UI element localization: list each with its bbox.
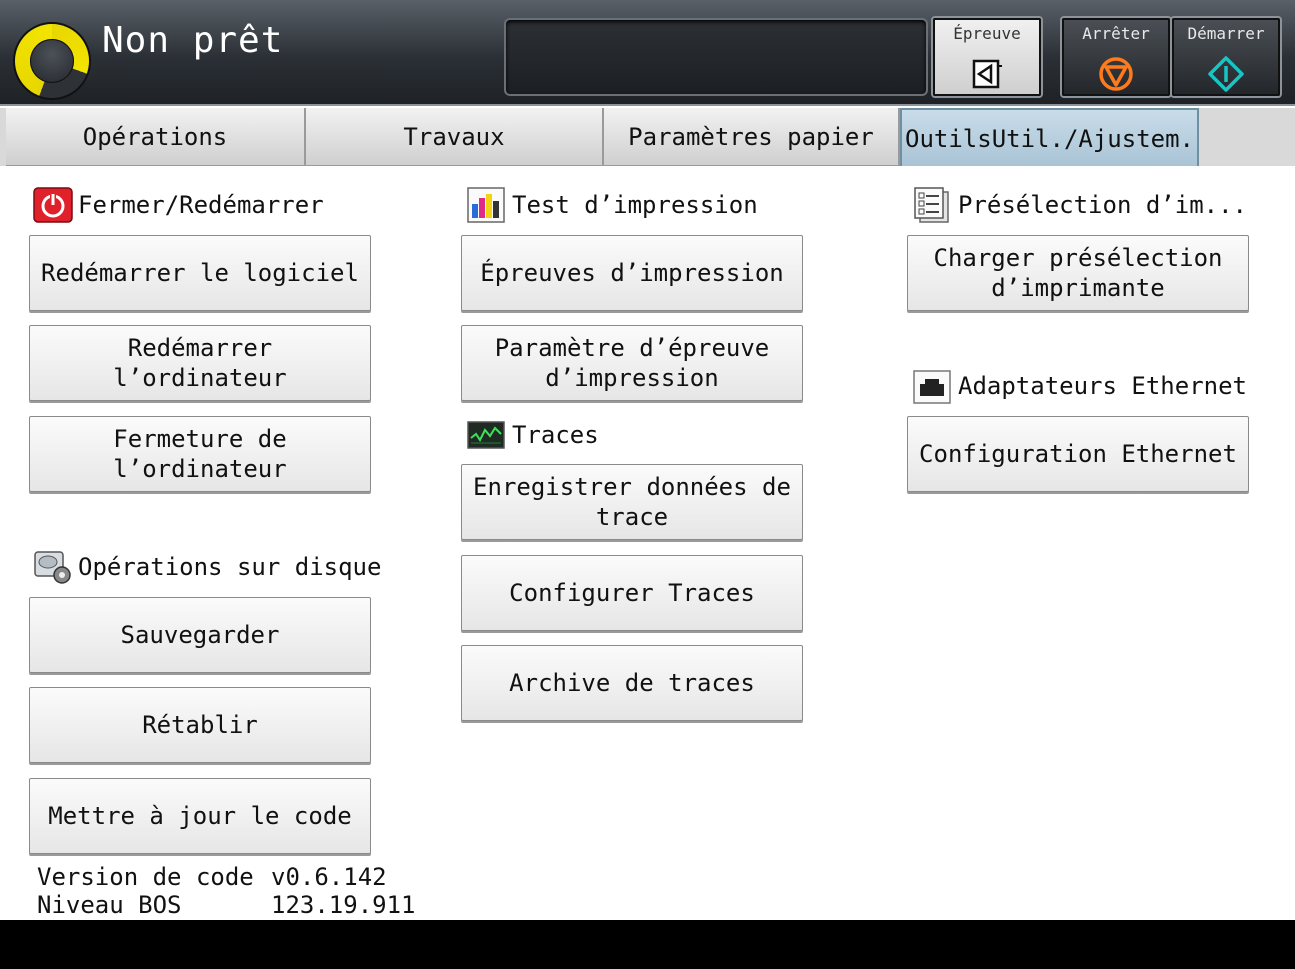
stop-button-label: Arrêter <box>1082 24 1150 43</box>
save-trace-data-button[interactable]: Enregistrer données de trace <box>461 464 803 540</box>
print-proofs-button[interactable]: Épreuves d’impression <box>461 235 803 311</box>
footer-bar <box>0 920 1295 969</box>
tab-bar: Opérations Travaux Paramètres papier Out… <box>0 108 1295 166</box>
restore-button[interactable]: Rétablir <box>29 687 371 763</box>
proof-button[interactable]: Épreuve <box>933 18 1041 96</box>
bos-level-row: Niveau BOS 123.19.911 <box>37 891 416 919</box>
stop-icon <box>1099 57 1133 91</box>
tab-tools-adjust[interactable]: OutilsUtil./Ajustem. <box>900 108 1199 166</box>
preset-list-icon <box>914 187 949 223</box>
bos-level-value: 123.19.911 <box>271 891 416 919</box>
proof-button-label: Épreuve <box>953 24 1021 43</box>
section-shutdown-title: Fermer/Redémarrer <box>78 191 324 219</box>
print-proof-settings-button[interactable]: Paramètre d’épreuve d’impression <box>461 325 803 401</box>
section-print-test-header: Test d’impression <box>464 186 758 224</box>
ethernet-icon <box>913 370 951 404</box>
backup-button[interactable]: Sauvegarder <box>29 597 371 673</box>
proof-arrow-icon <box>972 59 1002 89</box>
trace-archive-button[interactable]: Archive de traces <box>461 645 803 721</box>
section-ethernet-title: Adaptateurs Ethernet <box>958 372 1247 400</box>
ethernet-configuration-button[interactable]: Configuration Ethernet <box>907 416 1249 492</box>
section-preset-title: Présélection d’im... <box>958 191 1247 219</box>
restart-software-button[interactable]: Redémarrer le logiciel <box>29 235 371 311</box>
traces-icon <box>467 421 505 449</box>
start-button-label: Démarrer <box>1187 24 1265 43</box>
disk-gear-icon <box>34 551 71 584</box>
tab-operations[interactable]: Opérations <box>6 108 306 166</box>
section-disk-header: Opérations sur disque <box>32 548 381 586</box>
print-test-icon <box>467 187 505 223</box>
start-icon <box>1208 56 1244 92</box>
section-print-test-title: Test d’impression <box>512 191 758 219</box>
stop-button[interactable]: Arrêter <box>1062 18 1170 96</box>
section-shutdown-header: Fermer/Redémarrer <box>32 186 324 224</box>
message-panel <box>504 18 928 96</box>
update-code-button[interactable]: Mettre à jour le code <box>29 778 371 854</box>
section-ethernet-header: Adaptateurs Ethernet <box>910 367 1247 405</box>
shutdown-computer-button[interactable]: Fermeture de l’ordinateur <box>29 416 371 492</box>
section-preset-header: Présélection d’im... <box>910 186 1247 224</box>
power-icon <box>33 187 73 223</box>
tab-jobs[interactable]: Travaux <box>306 108 604 166</box>
section-disk-title: Opérations sur disque <box>78 553 382 581</box>
header-bar: Non prêt Épreuve Arrêter Démarrer <box>0 0 1295 106</box>
restart-computer-button[interactable]: Redémarrer l’ordinateur <box>29 325 371 401</box>
start-button[interactable]: Démarrer <box>1172 18 1280 96</box>
tab-paper-settings[interactable]: Paramètres papier <box>604 108 900 166</box>
status-indicator-icon <box>15 24 89 98</box>
code-version-row: Version de code v0.6.142 <box>37 863 387 891</box>
load-printer-preset-button[interactable]: Charger présélection d’imprimante <box>907 235 1249 311</box>
section-traces-title: Traces <box>512 421 599 449</box>
section-traces-header: Traces <box>464 416 599 454</box>
printer-status: Non prêt <box>102 20 284 61</box>
code-version-value: v0.6.142 <box>271 863 387 891</box>
code-version-label: Version de code <box>37 863 254 891</box>
bos-level-label: Niveau BOS <box>37 891 182 919</box>
configure-traces-button[interactable]: Configurer Traces <box>461 555 803 631</box>
